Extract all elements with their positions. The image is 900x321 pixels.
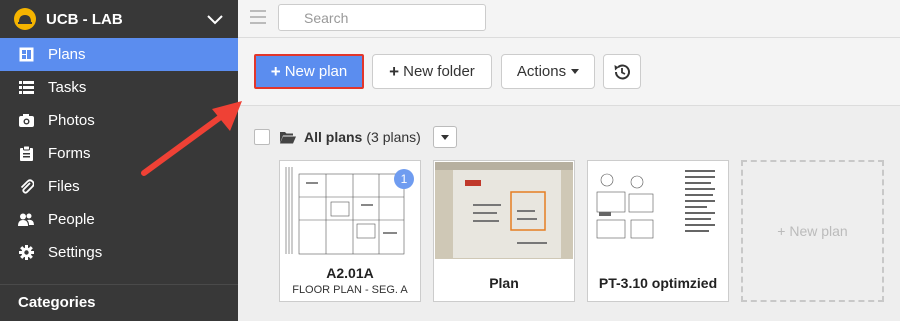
new-folder-button[interactable]: + New folder [372,54,492,89]
folder-open-icon [280,131,296,143]
sidebar-item-photos[interactable]: Photos [0,104,238,137]
folder-title: All plans [304,129,363,145]
people-icon [18,212,34,228]
top-bar [238,0,900,38]
chevron-down-icon[interactable] [206,10,224,28]
sidebar-item-label: Photos [48,112,95,129]
history-button[interactable] [603,54,641,89]
categories-heading: Categories [18,294,96,311]
search-box[interactable] [278,4,486,31]
gear-icon [18,245,34,261]
search-input[interactable] [304,9,485,26]
sidebar-item-label: Plans [48,46,86,63]
sidebar-item-files[interactable]: Files [0,170,238,203]
select-all-checkbox[interactable] [254,129,270,145]
toolbar: + New plan + New folder Actions [238,38,900,106]
sidebar-item-label: Settings [48,244,103,261]
history-icon [614,64,630,79]
actions-dropdown[interactable]: Actions [501,54,595,89]
camera-icon [18,113,34,129]
sidebar-item-label: Files [48,178,80,195]
sidebar-item-plans[interactable]: Plans [0,38,238,71]
sidebar-item-people[interactable]: People [0,203,238,236]
actions-label: Actions [516,63,567,80]
sidebar-divider [0,284,238,285]
sidebar-item-settings[interactable]: Settings [0,236,238,269]
caret-down-icon [440,134,449,140]
plan-thumbnail [435,162,573,259]
sidebar-item-label: Forms [48,145,91,162]
new-plan-label: New plan [284,63,348,80]
menu-icon[interactable] [250,10,266,24]
notification-badge: 1 [394,169,414,189]
project-name: UCB - LAB [46,10,123,28]
sidebar: UCB - LAB Plans Tasks Photos Forms Files [0,0,238,321]
sidebar-item-forms[interactable]: Forms [0,137,238,170]
new-plan-button[interactable]: + New plan [254,54,364,89]
plan-title: PT-3.10 optimzied [598,275,718,291]
folder-options-dropdown[interactable] [432,126,457,148]
plus-icon: + [270,61,281,81]
sidebar-item-label: People [48,211,95,228]
plan-thumbnail [589,162,727,259]
plus-icon: + [389,61,400,81]
plans-icon [18,47,34,63]
sidebar-item-tasks[interactable]: Tasks [0,71,238,104]
caret-down-icon [571,69,580,74]
project-switcher[interactable]: UCB - LAB [0,0,238,38]
plan-card[interactable]: PT-3.10 optimzied [587,160,729,302]
new-plan-card[interactable]: + New plan [741,160,884,302]
plan-title: Plan [489,275,519,291]
plan-title: A2.01A [326,265,374,281]
clipboard-icon [18,146,34,162]
plan-count: (3 plans) [366,129,421,145]
helmet-logo-icon [14,8,36,30]
paperclip-icon [18,179,34,195]
plans-list-header: All plans (3 plans) [254,126,457,148]
sidebar-item-label: Tasks [48,79,87,96]
list-icon [18,80,34,96]
new-folder-label: New folder [403,63,475,80]
plan-card[interactable]: Plan [433,160,575,302]
plan-subtitle: FLOOR PLAN - SEG. A [292,284,408,296]
plan-card[interactable]: 1 A2.01A FLOOR PLAN - SEG. A [279,160,421,302]
